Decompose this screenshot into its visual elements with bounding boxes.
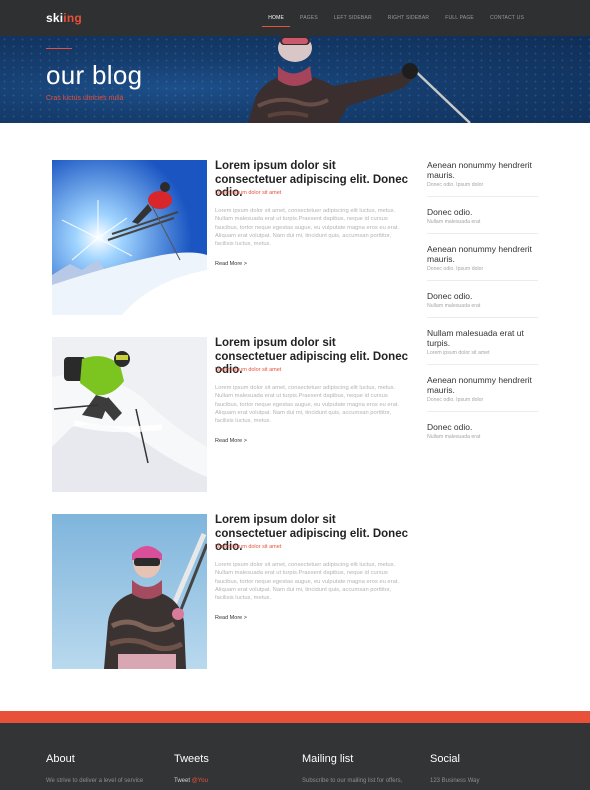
tweet-handle-link[interactable]: @You xyxy=(192,778,208,784)
footer: About We strive to deliver a level of se… xyxy=(0,723,590,790)
blog-post: Lorem ipsum dolor sit consectetuer adipi… xyxy=(52,514,412,670)
blog-post: Lorem ipsum dolor sit consectetuer adipi… xyxy=(52,337,412,493)
footer-mailing: Mailing list Subscribe to our mailing li… xyxy=(302,753,422,785)
sidebar-item-sub: Nullam malesuada erat xyxy=(427,219,481,225)
sidebar-item-sub: Nullam malesuada erat xyxy=(427,303,481,309)
footer-accent-bar xyxy=(0,711,590,723)
hero-banner: our blog Cras luctus ultricies nulla xyxy=(0,36,590,123)
sidebar-item-title: Donec odio. xyxy=(427,422,473,432)
hero-skier-image xyxy=(248,36,471,123)
sidebar-item-sub: Nullam malesuada erat xyxy=(427,434,481,440)
sidebar-item-title: Aenean nonummy hendrerit mauris. xyxy=(427,160,532,180)
footer-mailing-text: Subscribe to our mailing list for offers… xyxy=(302,778,403,784)
footer-social-text: 123 Business Way xyxy=(430,778,480,784)
sidebar-item-sub: Donec odio. Ipsum dolor xyxy=(427,182,484,188)
footer-mailing-title: Mailing list xyxy=(302,753,354,765)
sidebar-item[interactable]: Aenean nonummy hendrerit mauris. Donec o… xyxy=(427,242,538,281)
footer-about-title: About xyxy=(46,753,75,765)
post-image-skier-portrait[interactable] xyxy=(52,514,207,669)
sidebar-item-title: Donec odio. xyxy=(427,291,473,301)
footer-tweets: Tweets Tweet @You xyxy=(174,753,294,785)
footer-about: About We strive to deliver a level of se… xyxy=(46,753,166,785)
post-excerpt: Lorem ipsum dolor sit amet, consectetuer… xyxy=(215,385,400,425)
read-more-link[interactable]: Read More > xyxy=(215,261,247,267)
nav-home[interactable]: HOME xyxy=(260,0,292,36)
logo-part-ing: ing xyxy=(63,11,82,25)
nav-full-page[interactable]: FULL PAGE xyxy=(437,0,482,36)
footer-tweets-title: Tweets xyxy=(174,753,209,765)
sidebar-item[interactable]: Aenean nonummy hendrerit mauris. Donec o… xyxy=(427,373,538,412)
post-meta: Lorem ipsum dolor sit amet xyxy=(215,190,282,196)
sidebar-item-title: Aenean nonummy hendrerit mauris. xyxy=(427,244,532,264)
sidebar-item-title: Donec odio. xyxy=(427,207,473,217)
page-title: our blog xyxy=(46,60,143,90)
sidebar-item-title: Nullam malesuada erat ut turpis. xyxy=(427,328,524,348)
sidebar-item-title: Aenean nonummy hendrerit mauris. xyxy=(427,375,532,395)
nav-pages[interactable]: PAGES xyxy=(292,0,326,36)
site-logo[interactable]: skiing xyxy=(46,11,82,25)
post-meta: Lorem ipsum dolor sit amet xyxy=(215,544,282,550)
nav-left-sidebar[interactable]: LEFT SIDEBAR xyxy=(326,0,380,36)
footer-tweet: Tweet @You xyxy=(174,777,294,785)
sidebar-item[interactable]: Donec odio. Nullam malesuada erat xyxy=(427,289,538,318)
post-excerpt: Lorem ipsum dolor sit amet, consectetuer… xyxy=(215,208,400,248)
sidebar-item[interactable]: Donec odio. Nullam malesuada erat xyxy=(427,205,538,234)
sidebar-item-sub: Donec odio. Ipsum dolor xyxy=(427,266,484,272)
sidebar-recent-posts: Aenean nonummy hendrerit mauris. Donec o… xyxy=(427,158,538,456)
sidebar-item[interactable]: Aenean nonummy hendrerit mauris. Donec o… xyxy=(427,158,538,197)
footer-about-text: We strive to deliver a level of service xyxy=(46,778,144,784)
top-navbar: skiing HOME PAGES LEFT SIDEBAR RIGHT SID… xyxy=(0,0,590,36)
sidebar-item-sub: Lorem ipsum dolor sit amet xyxy=(427,350,490,356)
read-more-link[interactable]: Read More > xyxy=(215,615,247,621)
blog-post: Lorem ipsum dolor sit consectetuer adipi… xyxy=(52,160,412,316)
post-image-skier-jump[interactable] xyxy=(52,160,207,315)
post-excerpt: Lorem ipsum dolor sit amet, consectetuer… xyxy=(215,562,400,602)
post-meta: Lorem ipsum dolor sit amet xyxy=(215,367,282,373)
post-image-skier-downhill[interactable] xyxy=(52,337,207,492)
footer-social-title: Social xyxy=(430,753,460,765)
read-more-link[interactable]: Read More > xyxy=(215,438,247,444)
sidebar-item[interactable]: Donec odio. Nullam malesuada erat xyxy=(427,420,538,448)
nav-contact-us[interactable]: CONTACT US xyxy=(482,0,532,36)
page-subtitle: Cras luctus ultricies nulla xyxy=(46,95,124,102)
nav-right-sidebar[interactable]: RIGHT SIDEBAR xyxy=(380,0,437,36)
main-nav: HOME PAGES LEFT SIDEBAR RIGHT SIDEBAR FU… xyxy=(260,0,532,36)
logo-part-ski: ski xyxy=(46,11,64,25)
tweet-prefix: Tweet xyxy=(174,778,191,784)
sidebar-item-sub: Donec odio. Ipsum dolor xyxy=(427,397,484,403)
footer-social: Social 123 Business Way xyxy=(430,753,550,785)
sidebar-item[interactable]: Nullam malesuada erat ut turpis. Lorem i… xyxy=(427,326,538,365)
hero-accent-line xyxy=(46,48,72,49)
